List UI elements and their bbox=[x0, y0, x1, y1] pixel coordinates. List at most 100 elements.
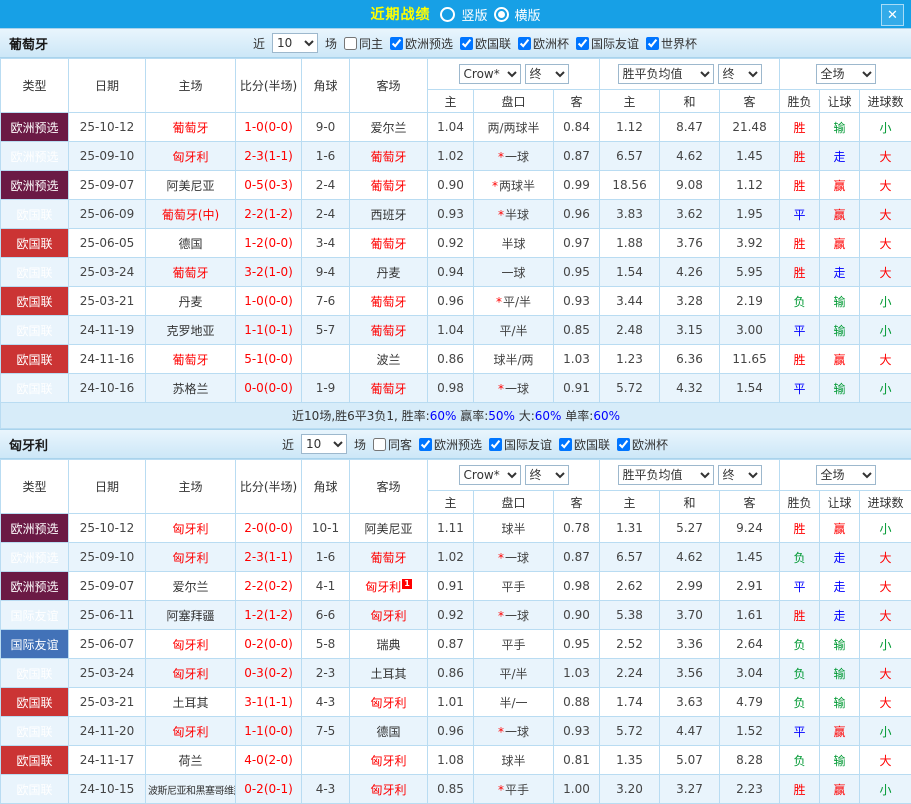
competition-checkbox[interactable] bbox=[344, 37, 357, 50]
avg-draw: 9.08 bbox=[660, 171, 720, 200]
handicap-text: 球半 bbox=[501, 522, 525, 536]
odds-final-select[interactable]: 终 bbox=[525, 64, 569, 84]
competition-type: 欧国联 bbox=[1, 374, 69, 403]
competition-checkbox[interactable] bbox=[518, 37, 531, 50]
match-count-select[interactable]: 10 bbox=[301, 434, 347, 454]
match-score: 0-0(0-0) bbox=[236, 374, 302, 403]
avg-dropdown-cell: 胜平负均值终 bbox=[600, 59, 780, 90]
avg-home: 1.88 bbox=[600, 229, 660, 258]
home-odds: 0.87 bbox=[428, 630, 474, 659]
win-lose-result: 胜 bbox=[780, 345, 820, 374]
odds-final-select[interactable]: 终 bbox=[525, 465, 569, 485]
handicap: 球半 bbox=[474, 514, 554, 543]
avg-away: 1.54 bbox=[720, 374, 780, 403]
competition-filter[interactable]: 欧国联 bbox=[460, 35, 511, 52]
competition-filter[interactable]: 欧洲预选 bbox=[419, 436, 482, 453]
avg-draw: 8.47 bbox=[660, 113, 720, 142]
corner-score: 1-9 bbox=[302, 374, 350, 403]
match-score: 4-0(2-0) bbox=[236, 746, 302, 775]
match-row: 欧国联25-03-24匈牙利0-3(0-2)2-3土耳其0.86平/半1.032… bbox=[1, 659, 911, 688]
summary-row: 近10场,胜6平3负1, 胜率:60% 赢率:50% 大:60% 单率:60% bbox=[1, 403, 911, 429]
match-count-select[interactable]: 10 bbox=[272, 33, 318, 53]
competition-filter[interactable]: 同主 bbox=[344, 35, 383, 52]
avg-final-select[interactable]: 终 bbox=[718, 64, 762, 84]
home-team: 土耳其 bbox=[146, 688, 236, 717]
goals-result: 大 bbox=[860, 601, 911, 630]
win-lose-result: 平 bbox=[780, 316, 820, 345]
horizontal-layout-label[interactable]: 横版 bbox=[515, 5, 541, 24]
win-lose-result: 胜 bbox=[780, 258, 820, 287]
competition-filter[interactable]: 世界杯 bbox=[646, 35, 697, 52]
competition-checkbox[interactable] bbox=[576, 37, 589, 50]
avg-home: 1.74 bbox=[600, 688, 660, 717]
away-odds: 0.87 bbox=[554, 142, 600, 171]
competition-filter[interactable]: 欧洲杯 bbox=[617, 436, 668, 453]
avg-away: 3.00 bbox=[720, 316, 780, 345]
win-lose-result: 胜 bbox=[780, 171, 820, 200]
competition-filter[interactable]: 同客 bbox=[373, 436, 412, 453]
home-odds: 1.02 bbox=[428, 142, 474, 171]
scope-select[interactable]: 全场 bbox=[816, 465, 876, 485]
competition-checkbox[interactable] bbox=[460, 37, 473, 50]
match-row: 欧国联25-03-21土耳其3-1(1-1)4-3匈牙利1.01半/一0.881… bbox=[1, 688, 911, 717]
handicap-text: 一球 bbox=[505, 725, 529, 739]
avg-select[interactable]: 胜平负均值 bbox=[618, 64, 714, 84]
avg-final-select[interactable]: 终 bbox=[718, 465, 762, 485]
avg-select[interactable]: 胜平负均值 bbox=[618, 465, 714, 485]
competition-checkbox[interactable] bbox=[390, 37, 403, 50]
scope-select[interactable]: 全场 bbox=[816, 64, 876, 84]
handicap-text: 两球半 bbox=[499, 179, 535, 193]
match-row: 欧国联24-11-17荷兰4-0(2-0)匈牙利1.08球半0.811.355.… bbox=[1, 746, 911, 775]
vertical-layout-label[interactable]: 竖版 bbox=[461, 5, 487, 24]
summary-segment: 单率: bbox=[561, 409, 593, 423]
competition-filter[interactable]: 国际友谊 bbox=[576, 35, 639, 52]
handicap-text: 一球 bbox=[501, 266, 525, 280]
column-header: 类型 bbox=[1, 460, 69, 514]
match-score: 0-3(0-2) bbox=[236, 659, 302, 688]
competition-filter[interactable]: 欧洲预选 bbox=[390, 35, 453, 52]
horizontal-layout-radio[interactable] bbox=[494, 7, 509, 22]
win-lose-result: 平 bbox=[780, 374, 820, 403]
away-odds: 0.84 bbox=[554, 113, 600, 142]
match-date: 25-09-10 bbox=[69, 543, 146, 572]
goals-result: 大 bbox=[860, 345, 911, 374]
away-team: 葡萄牙 bbox=[350, 229, 428, 258]
match-date: 24-10-16 bbox=[69, 374, 146, 403]
competition-checkbox-label: 同客 bbox=[388, 436, 412, 453]
competition-checkbox[interactable] bbox=[489, 438, 502, 451]
avg-away: 3.92 bbox=[720, 229, 780, 258]
filter-controls: 近10场同客欧洲预选国际友谊欧国联欧洲杯 bbox=[48, 434, 902, 454]
avg-home: 2.24 bbox=[600, 659, 660, 688]
avg-away: 2.19 bbox=[720, 287, 780, 316]
away-team: 匈牙利 bbox=[350, 601, 428, 630]
avg-home: 6.57 bbox=[600, 543, 660, 572]
competition-type: 欧国联 bbox=[1, 345, 69, 374]
goals-result: 小 bbox=[860, 113, 911, 142]
corner-score: 5-8 bbox=[302, 630, 350, 659]
vertical-layout-radio[interactable] bbox=[440, 7, 455, 22]
competition-filter[interactable]: 欧国联 bbox=[559, 436, 610, 453]
competition-checkbox[interactable] bbox=[373, 438, 386, 451]
handicap-result: 赢 bbox=[820, 514, 860, 543]
table-header-row: 类型日期主场比分(半场)角球客场Crow*终胜平负均值终全场 bbox=[1, 59, 911, 90]
away-team: 波兰 bbox=[350, 345, 428, 374]
team-name: 葡萄牙 bbox=[9, 34, 48, 53]
away-team: 土耳其 bbox=[350, 659, 428, 688]
competition-checkbox[interactable] bbox=[617, 438, 630, 451]
competition-checkbox-label: 国际友谊 bbox=[504, 436, 552, 453]
win-lose-result: 负 bbox=[780, 659, 820, 688]
odds-source-select[interactable]: Crow* bbox=[459, 64, 521, 84]
competition-filter[interactable]: 国际友谊 bbox=[489, 436, 552, 453]
close-button[interactable]: ✕ bbox=[881, 4, 904, 26]
competition-filter[interactable]: 欧洲杯 bbox=[518, 35, 569, 52]
match-date: 25-03-21 bbox=[69, 287, 146, 316]
competition-checkbox[interactable] bbox=[419, 438, 432, 451]
subcolumn-header: 主 bbox=[600, 491, 660, 514]
competition-checkbox-label: 欧洲杯 bbox=[533, 35, 569, 52]
competition-checkbox[interactable] bbox=[646, 37, 659, 50]
competition-checkbox[interactable] bbox=[559, 438, 572, 451]
odds-source-select[interactable]: Crow* bbox=[459, 465, 521, 485]
handicap-star: * bbox=[498, 609, 504, 623]
away-team: 葡萄牙 bbox=[350, 316, 428, 345]
away-team: 匈牙利 bbox=[350, 688, 428, 717]
